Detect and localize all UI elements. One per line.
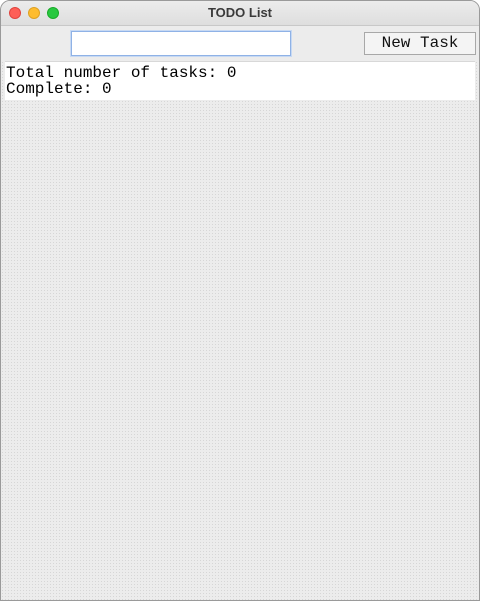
complete-tasks-label: Complete: 0 xyxy=(6,80,112,98)
title-bar: TODO List xyxy=(1,1,479,26)
task-input[interactable] xyxy=(71,31,291,56)
new-task-button[interactable]: New Task xyxy=(364,32,476,55)
stats-panel: Total number of tasks: 0 Complete: 0 xyxy=(5,61,475,100)
app-window: TODO List New Task Total number of tasks… xyxy=(0,0,480,601)
window-title: TODO List xyxy=(207,5,273,20)
toolbar: New Task xyxy=(1,26,479,60)
